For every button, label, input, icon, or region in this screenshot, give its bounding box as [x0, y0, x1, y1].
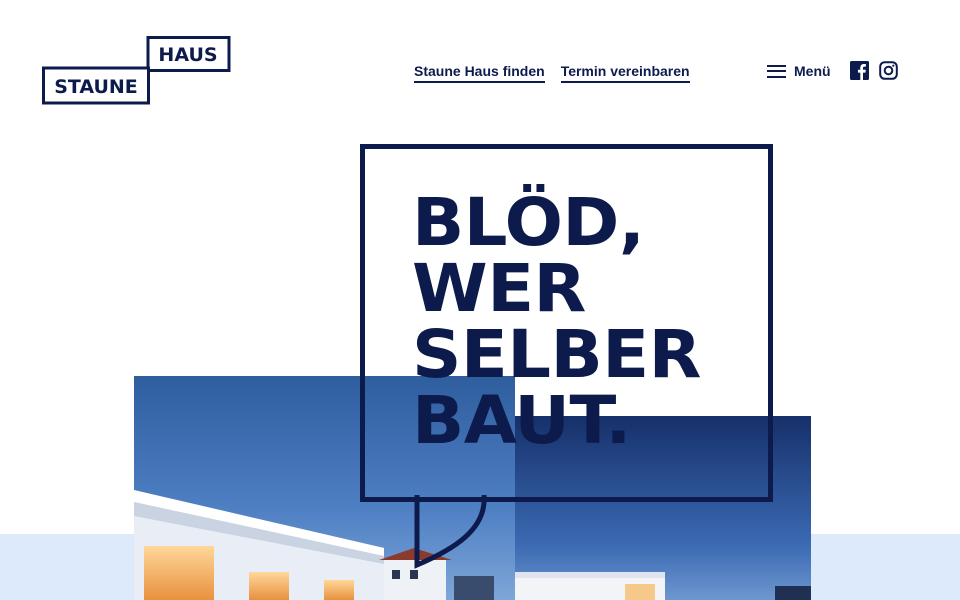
- speech-bubble-tail: [414, 495, 487, 569]
- nav-link-find-house[interactable]: Staune Haus finden: [414, 62, 545, 83]
- headline-line: SELBER: [412, 316, 702, 393]
- logo-word-staune: STAUNE: [54, 76, 138, 98]
- hamburger-icon: [767, 64, 786, 78]
- menu-button[interactable]: Menü: [767, 62, 831, 80]
- instagram-icon[interactable]: [879, 61, 898, 80]
- social-links: [850, 61, 898, 80]
- staune-haus-logo[interactable]: HAUS STAUNE: [42, 36, 232, 106]
- menu-label: Menü: [794, 63, 831, 79]
- headline-line: BAUT.: [412, 382, 631, 459]
- hero-headline: BLÖD, WER SELBER BAUT.: [412, 190, 786, 454]
- facebook-icon[interactable]: [850, 61, 869, 80]
- headline-line: BLÖD,: [412, 184, 645, 261]
- top-navigation: Staune Haus finden Termin vereinbaren: [414, 62, 690, 83]
- nav-link-book-appointment[interactable]: Termin vereinbaren: [560, 62, 690, 83]
- headline-line: WER: [412, 250, 586, 327]
- logo-word-haus: HAUS: [158, 44, 217, 66]
